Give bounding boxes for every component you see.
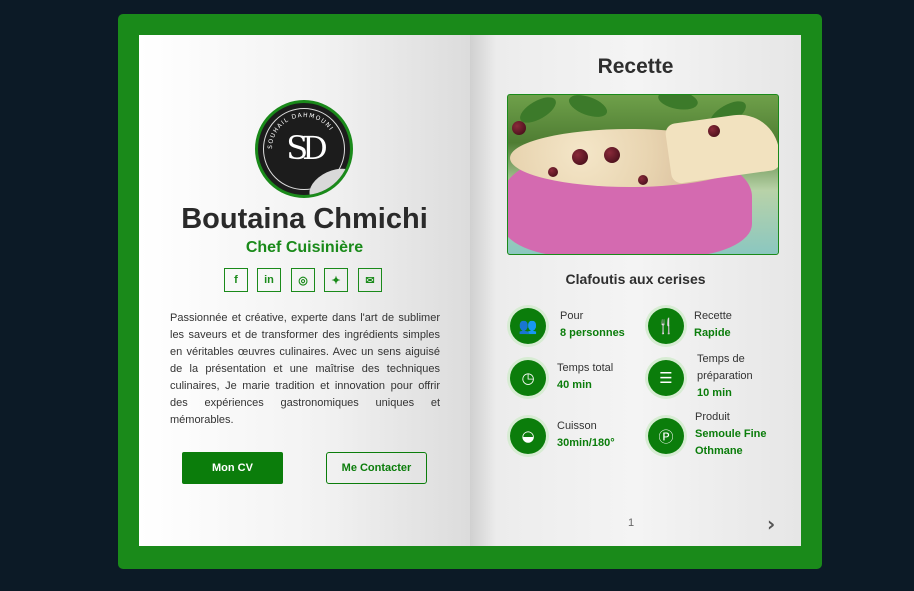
recipe-name: Clafoutis aux cerises: [565, 271, 706, 287]
logo-initials: SD: [286, 129, 328, 167]
clock-icon: ◷: [510, 360, 546, 396]
stat-label: Pour: [560, 310, 584, 322]
stat-label: Produit: [695, 411, 730, 423]
stat-value: Semoule Fine: [695, 428, 767, 440]
stat-value: 40 min: [557, 379, 592, 391]
page-number: 1: [628, 517, 635, 529]
stat-value: 30min/180°: [557, 437, 615, 449]
prep-icon: ☰: [648, 360, 684, 396]
photo-cherry: [572, 149, 588, 165]
email-icon[interactable]: ✉: [358, 268, 382, 292]
recipe-heading: Recette: [597, 55, 674, 78]
product-icon: Ⓟ: [648, 418, 684, 454]
cv-button[interactable]: Mon CV: [182, 452, 283, 484]
chevron-right-icon[interactable]: ›: [767, 514, 781, 534]
photo-cherry: [512, 121, 526, 135]
stat-value: Othmane: [695, 445, 743, 457]
contact-button[interactable]: Me Contacter: [326, 452, 427, 484]
stat-label: Recette: [694, 310, 732, 322]
stat-label: Temps total: [557, 362, 614, 374]
photo-slice: [664, 109, 778, 185]
linkedin-icon[interactable]: in: [257, 268, 281, 292]
instagram-icon[interactable]: ◎: [291, 268, 315, 292]
profile-page: SOUHAIL DAHMOUNI SD Boutaina Chmichi Che…: [139, 35, 484, 546]
facebook-icon[interactable]: f: [224, 268, 248, 292]
profile-title: Chef Cuisinière: [245, 239, 364, 256]
photo-leaf: [566, 95, 610, 122]
photo-leaf: [656, 95, 700, 113]
stat-label: Temps de: [697, 353, 745, 365]
brand-logo: SOUHAIL DAHMOUNI SD: [255, 100, 353, 198]
people-icon: 👥: [510, 308, 546, 344]
bowl-icon: ◒: [510, 418, 546, 454]
stat-value: 8 personnes: [560, 327, 625, 339]
stat-label: préparation: [697, 370, 753, 382]
twitter-icon[interactable]: ✦: [324, 268, 348, 292]
photo-cherry: [604, 147, 620, 163]
profile-bio: Passionnée et créative, experte dans l'a…: [170, 312, 440, 426]
photo-cherry: [638, 175, 648, 185]
profile-name: Boutaina Chmichi: [181, 203, 428, 235]
social-links: f in ◎ ✦ ✉: [224, 268, 394, 294]
stat-value: 10 min: [697, 387, 732, 399]
stat-value: Rapide: [694, 327, 731, 339]
photo-cherry: [548, 167, 558, 177]
stat-label: Cuisson: [557, 420, 597, 432]
book-frame: SOUHAIL DAHMOUNI SD Boutaina Chmichi Che…: [118, 14, 822, 569]
utensils-icon: 🍴: [648, 308, 684, 344]
recipe-page: Recette Clafoutis aux cerises 👥 Pour 8 p…: [470, 35, 801, 546]
photo-cherry: [708, 125, 720, 137]
recipe-photo: [507, 94, 779, 255]
